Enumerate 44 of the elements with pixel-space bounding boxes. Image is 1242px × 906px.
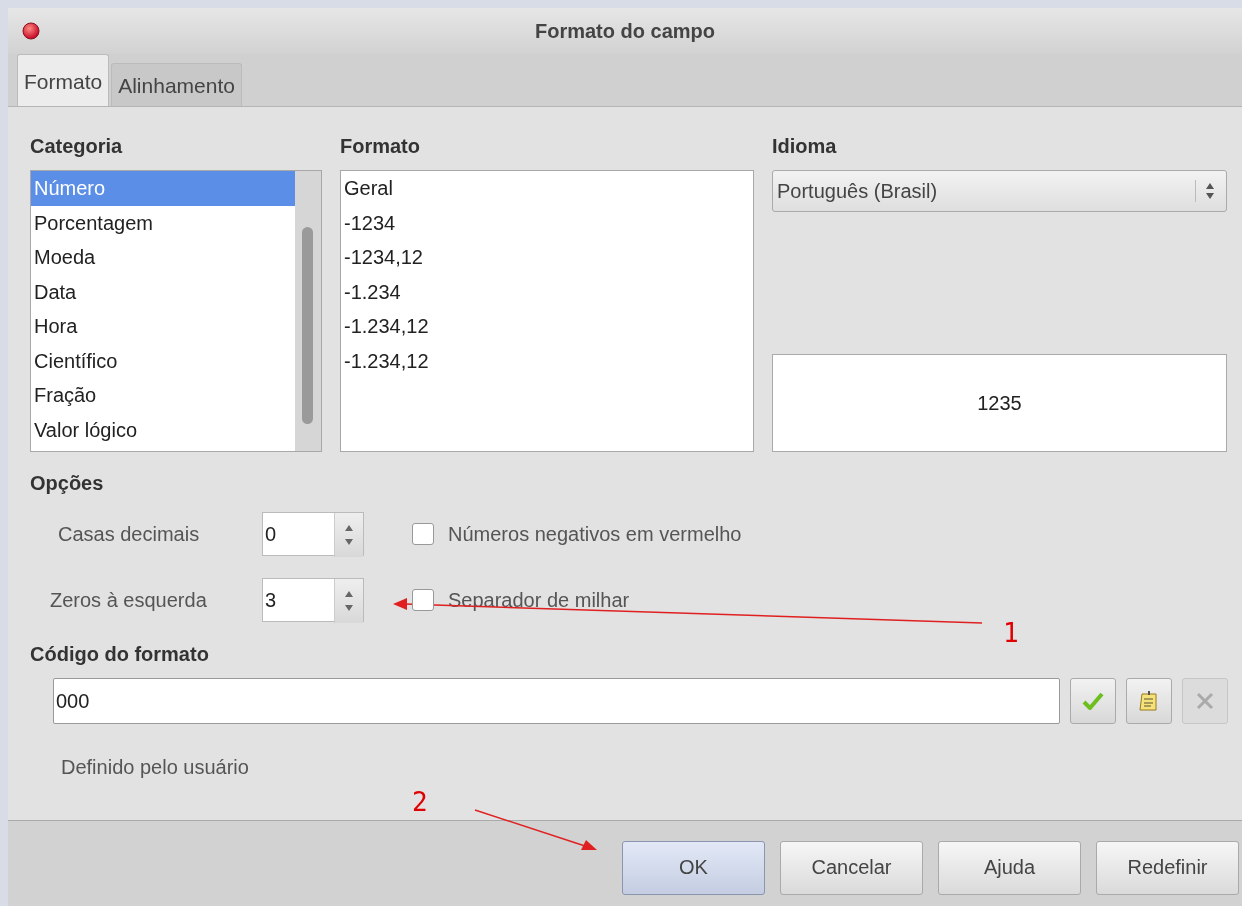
format-code-field[interactable]: 000 xyxy=(53,678,1060,724)
close-icon[interactable] xyxy=(22,22,40,40)
annotation-number: 2 xyxy=(412,787,428,817)
language-dropdown[interactable]: Português (Brasil) xyxy=(772,170,1227,212)
list-item[interactable]: Moeda xyxy=(31,240,295,275)
list-item[interactable]: Valor lógico xyxy=(31,412,295,447)
list-item[interactable]: Porcentagem xyxy=(31,205,295,240)
list-item[interactable]: Hora xyxy=(31,309,295,344)
section-label: Categoria xyxy=(30,135,123,158)
list-item[interactable]: -1.234,12 xyxy=(341,309,753,344)
preview-text: 1235 xyxy=(977,391,1022,415)
tab[interactable]: Alinhamento xyxy=(111,63,242,106)
scrollbar[interactable] xyxy=(295,171,321,451)
list-item[interactable]: Geral xyxy=(341,171,753,206)
section-label: Formato xyxy=(340,135,420,158)
dialog-button[interactable]: Cancelar xyxy=(780,840,923,895)
spin-field[interactable]: 0 xyxy=(262,512,364,556)
annotation-number: 1 xyxy=(1003,618,1019,648)
check-button[interactable] xyxy=(1070,678,1116,724)
dialog-button[interactable]: Redefinir xyxy=(1096,840,1239,895)
field-label: Zeros à esquerda xyxy=(49,588,208,612)
section-label: Opções xyxy=(30,472,104,495)
list-item[interactable]: -1.234,12 xyxy=(341,343,753,378)
section-label: Código do formato xyxy=(30,643,209,666)
list-item[interactable]: -1234 xyxy=(341,205,753,240)
spin-arrows-icon[interactable] xyxy=(334,513,363,557)
spin-field[interactable]: 3 xyxy=(262,578,364,622)
field-label: Casas decimais xyxy=(57,522,201,546)
list-item[interactable]: Fração xyxy=(31,378,295,413)
dialog-button[interactable]: OK xyxy=(622,840,765,895)
description-text: Definido pelo usuário xyxy=(60,756,249,779)
list-item[interactable]: -1234,12 xyxy=(341,240,753,275)
up-down-arrows-icon[interactable] xyxy=(1195,180,1216,202)
list-item[interactable]: -1.234 xyxy=(341,274,753,309)
dialog-button[interactable]: Ajuda xyxy=(938,840,1081,895)
section-label: Idioma xyxy=(772,135,837,158)
spin-arrows-icon[interactable] xyxy=(334,579,363,623)
list-item[interactable]: Científico xyxy=(31,343,295,378)
note-button[interactable] xyxy=(1126,678,1172,724)
checkbox[interactable]: Números negativos em vermelho xyxy=(412,522,742,546)
tab[interactable]: Formato xyxy=(17,54,110,106)
checkbox[interactable]: Separador de milhar xyxy=(412,588,630,612)
list-item[interactable]: Data xyxy=(31,274,295,309)
window-title: Formato do campo xyxy=(535,19,715,43)
